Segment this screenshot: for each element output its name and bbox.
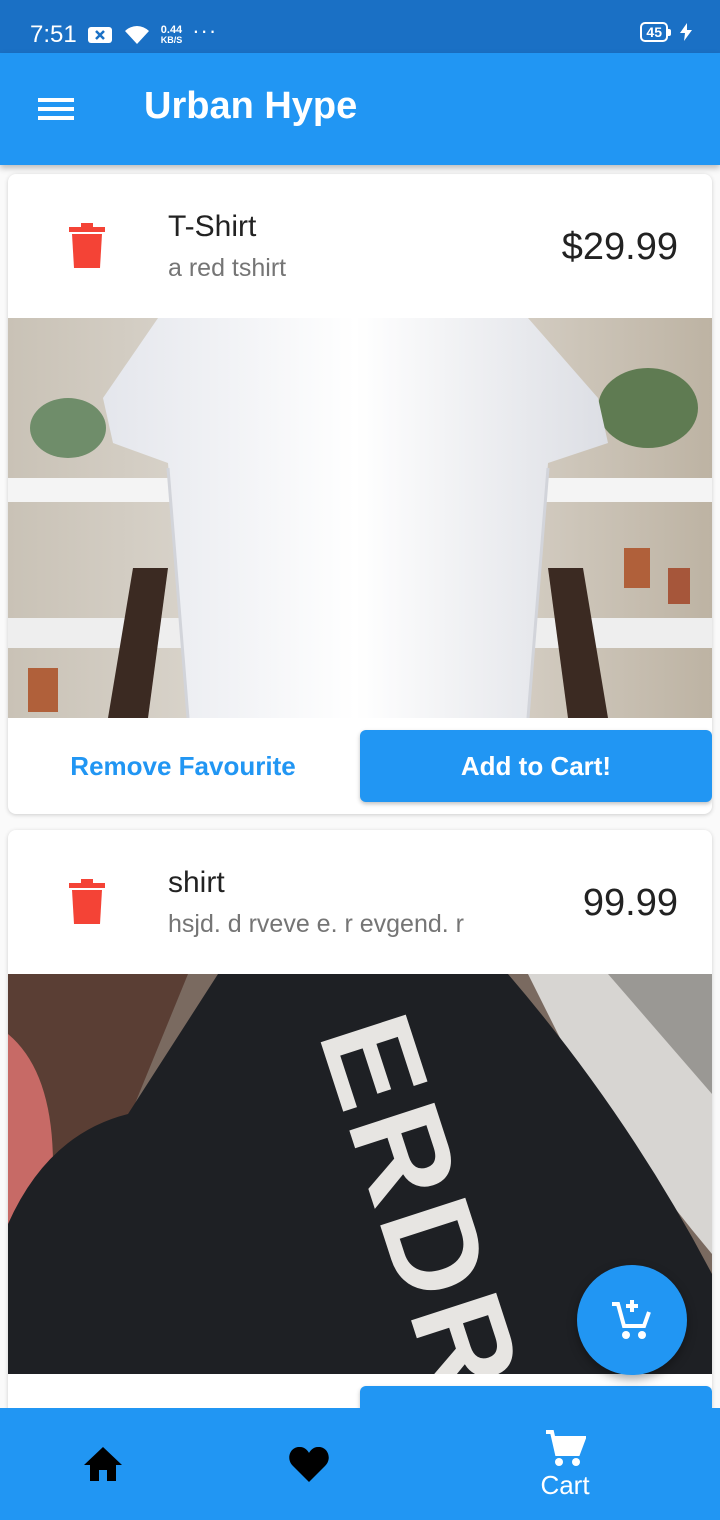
card-actions: Remove Favourite Add to Cart! — [8, 718, 712, 814]
add-to-cart-button[interactable] — [360, 1386, 712, 1408]
favourites-list[interactable]: T-Shirt a red tshirt $29.99 Remove Favou… — [0, 165, 720, 1408]
add-shopping-cart-fab[interactable] — [577, 1265, 687, 1375]
battery-indicator: 45 — [640, 22, 671, 42]
app-bar: Urban Hype — [0, 53, 720, 165]
status-bar: 7:51 0.44 KB/S ··· 45 — [0, 0, 720, 53]
item-subtitle: a red tshirt — [168, 254, 287, 282]
charging-icon — [680, 23, 692, 41]
app-title: Urban Hype — [144, 85, 358, 127]
heart-icon — [289, 1446, 329, 1482]
item-title: shirt — [168, 866, 225, 899]
network-speed-value: 0.44 — [160, 24, 183, 36]
bottom-navigation: Cart — [0, 1408, 720, 1520]
item-subtitle: hsjd. d rveve e. r evgend. r — [168, 910, 464, 938]
nav-cart-label: Cart — [540, 1469, 590, 1500]
item-price: 99.99 — [582, 882, 678, 924]
more-status-icon: ··· — [192, 18, 218, 43]
cart-icon — [546, 1429, 586, 1466]
favourite-card: T-Shirt a red tshirt $29.99 Remove Favou… — [8, 174, 712, 814]
add-to-cart-button[interactable]: Add to Cart! — [360, 730, 712, 802]
network-speed: 0.44 KB/S — [160, 24, 183, 46]
delete-icon[interactable] — [68, 878, 108, 926]
product-image — [8, 318, 712, 718]
nav-cart[interactable]: Cart — [510, 1408, 620, 1520]
add-shopping-cart-icon — [612, 1300, 651, 1339]
home-icon — [84, 1447, 122, 1481]
nav-home[interactable] — [60, 1408, 146, 1520]
menu-icon[interactable] — [36, 91, 76, 127]
item-title: T-Shirt — [168, 210, 257, 243]
card-header: T-Shirt a red tshirt $29.99 — [8, 174, 712, 318]
notification-icon — [87, 25, 113, 45]
card-header: shirt hsjd. d rveve e. r evgend. r 99.99 — [8, 830, 712, 974]
network-speed-unit: KB/S — [160, 35, 183, 45]
item-price: $29.99 — [561, 226, 678, 268]
wifi-icon — [123, 24, 151, 46]
card-actions — [8, 1374, 712, 1408]
status-time: 7:51 — [30, 21, 77, 48]
delete-icon[interactable] — [68, 222, 108, 270]
remove-favourite-button[interactable]: Remove Favourite — [28, 730, 338, 802]
nav-favourites[interactable] — [266, 1408, 352, 1520]
